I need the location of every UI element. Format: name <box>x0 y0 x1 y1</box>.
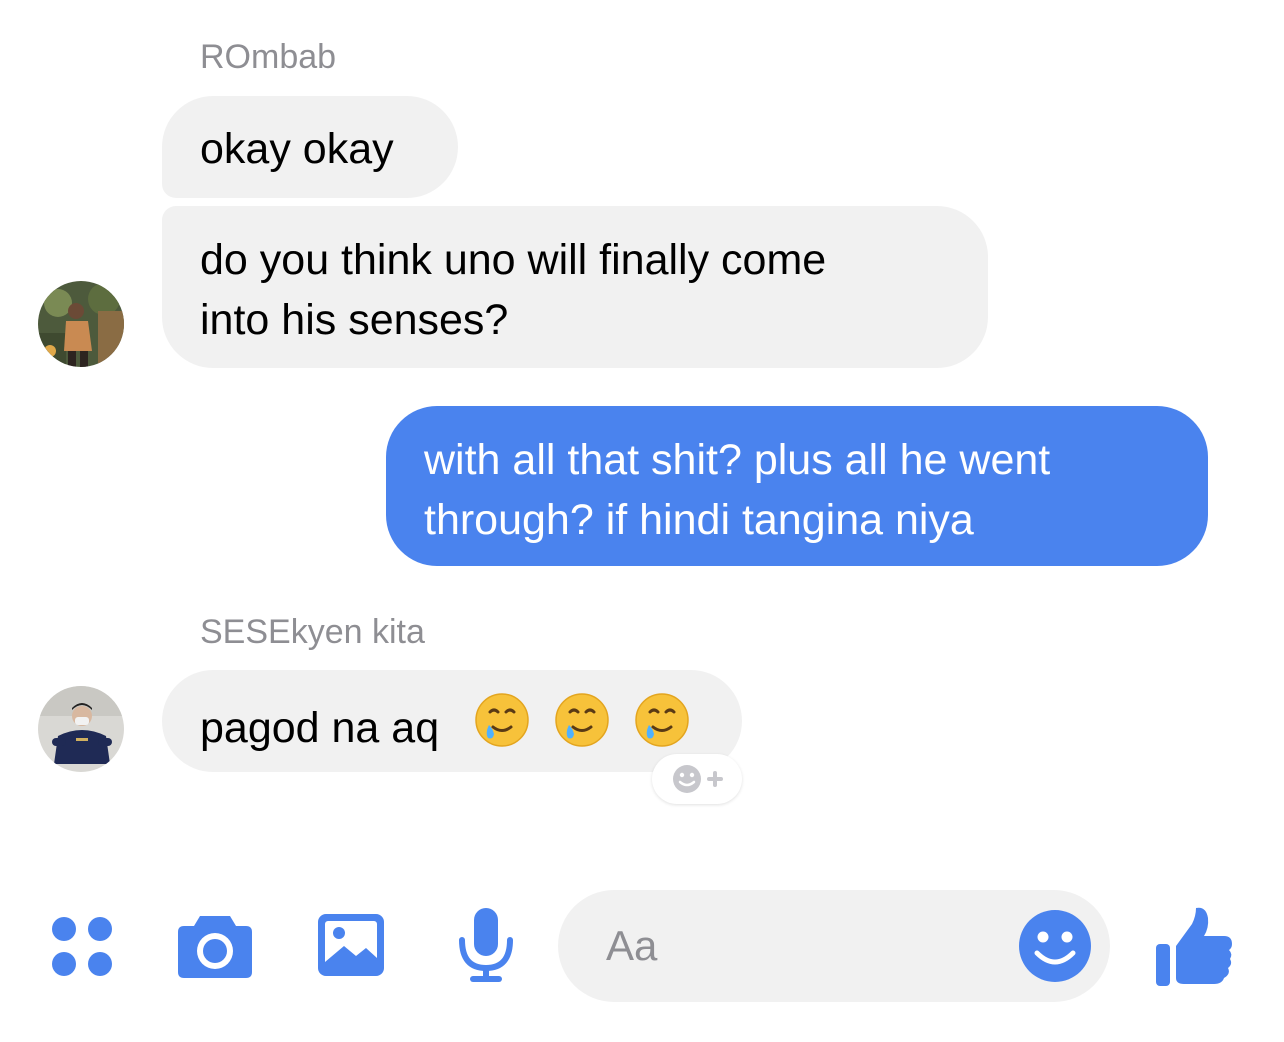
message-text: into his senses? <box>200 296 509 344</box>
microphone-icon <box>459 908 513 982</box>
sender-name: SESEkyen kita <box>200 613 425 651</box>
message-text: with all that shit? plus all he went <box>424 436 1051 484</box>
message-text: okay okay <box>200 125 394 173</box>
gallery-icon <box>318 914 384 976</box>
microphone-button[interactable] <box>456 906 516 986</box>
message-input[interactable]: Aa <box>606 918 986 974</box>
message-bubble[interactable]: do you think uno will finally come into … <box>162 206 988 368</box>
emoji-icon <box>1019 910 1091 982</box>
message-text: through? if hindi tangina niya <box>424 496 974 544</box>
message-composer[interactable]: Aa <box>558 890 1110 1002</box>
add-reaction-button[interactable] <box>652 754 742 804</box>
message-text: do you think uno will finally come <box>200 236 827 284</box>
avatar[interactable] <box>38 686 124 772</box>
like-button[interactable] <box>1154 904 1234 988</box>
message-bubble[interactable]: okay okay <box>162 96 458 198</box>
add-reaction-icon <box>673 765 723 793</box>
avatar-photo <box>38 281 124 367</box>
apps-button[interactable] <box>50 914 116 980</box>
message-bubble[interactable]: pagod na aq <box>162 670 742 772</box>
emoji-button[interactable] <box>1018 909 1092 983</box>
camera-icon <box>178 916 252 978</box>
gallery-button[interactable] <box>316 912 386 978</box>
thumbs-up-icon <box>1156 907 1232 986</box>
message-text: pagod na aq <box>200 704 440 752</box>
avatar[interactable] <box>38 281 124 367</box>
message-bubble[interactable]: with all that shit? plus all he went thr… <box>386 406 1208 566</box>
smiling-face-with-tear-icon <box>473 691 531 765</box>
sender-name: ROmbab <box>200 38 337 76</box>
avatar-photo <box>38 686 124 772</box>
camera-button[interactable] <box>176 908 254 980</box>
apps-icon <box>52 917 112 976</box>
smiling-face-with-tear-icon <box>553 691 611 765</box>
